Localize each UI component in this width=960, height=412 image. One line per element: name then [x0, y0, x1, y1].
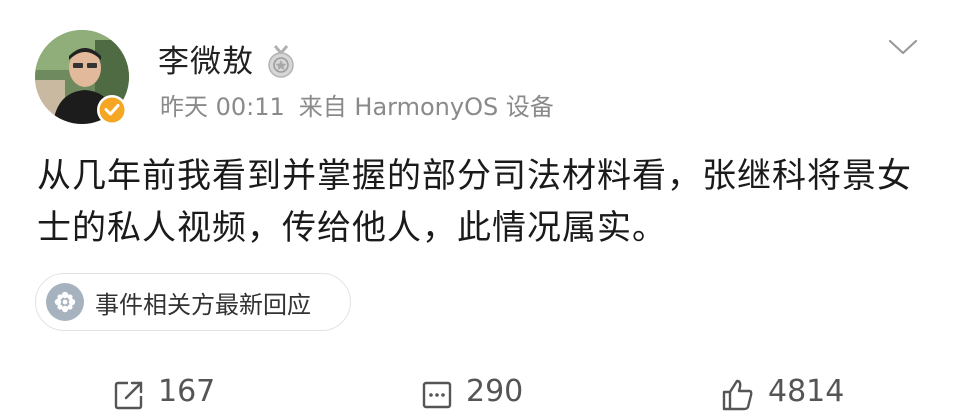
like-count: 4814	[768, 374, 845, 409]
verified-badge-icon	[96, 94, 128, 126]
post-source: 来自 HarmonyOS 设备	[298, 93, 554, 121]
event-tag-button[interactable]: 事件相关方最新回应	[35, 273, 351, 331]
thumbs-up-icon	[722, 379, 753, 411]
author-name[interactable]: 李微敖	[158, 42, 254, 82]
like-button[interactable]: 4814	[720, 372, 844, 412]
post-content: 从几年前我看到并掌握的部分司法材料看，张继科将景女士的私人视频，传给他人，此情况…	[37, 156, 912, 248]
post-meta: 昨天 00:11 来自 HarmonyOS 设备	[160, 91, 568, 123]
comment-icon	[422, 381, 452, 409]
event-icon	[46, 283, 84, 321]
repost-icon	[114, 381, 143, 410]
repost-count: 167	[158, 374, 216, 409]
comment-button[interactable]: 290	[420, 372, 523, 412]
chevron-down-icon[interactable]	[885, 36, 921, 60]
action-bar: 167 290 4814	[0, 372, 960, 412]
repost-button[interactable]: 167	[112, 372, 215, 412]
comment-count: 290	[466, 374, 524, 409]
medal-icon[interactable]	[265, 44, 297, 80]
event-tag-label: 事件相关方最新回应	[95, 290, 311, 319]
post-time: 昨天 00:11	[160, 93, 285, 121]
weibo-post: 李微敖 昨天 00:11 来自 HarmonyOS 设备 从几年前我看到并掌握的部…	[0, 0, 960, 411]
